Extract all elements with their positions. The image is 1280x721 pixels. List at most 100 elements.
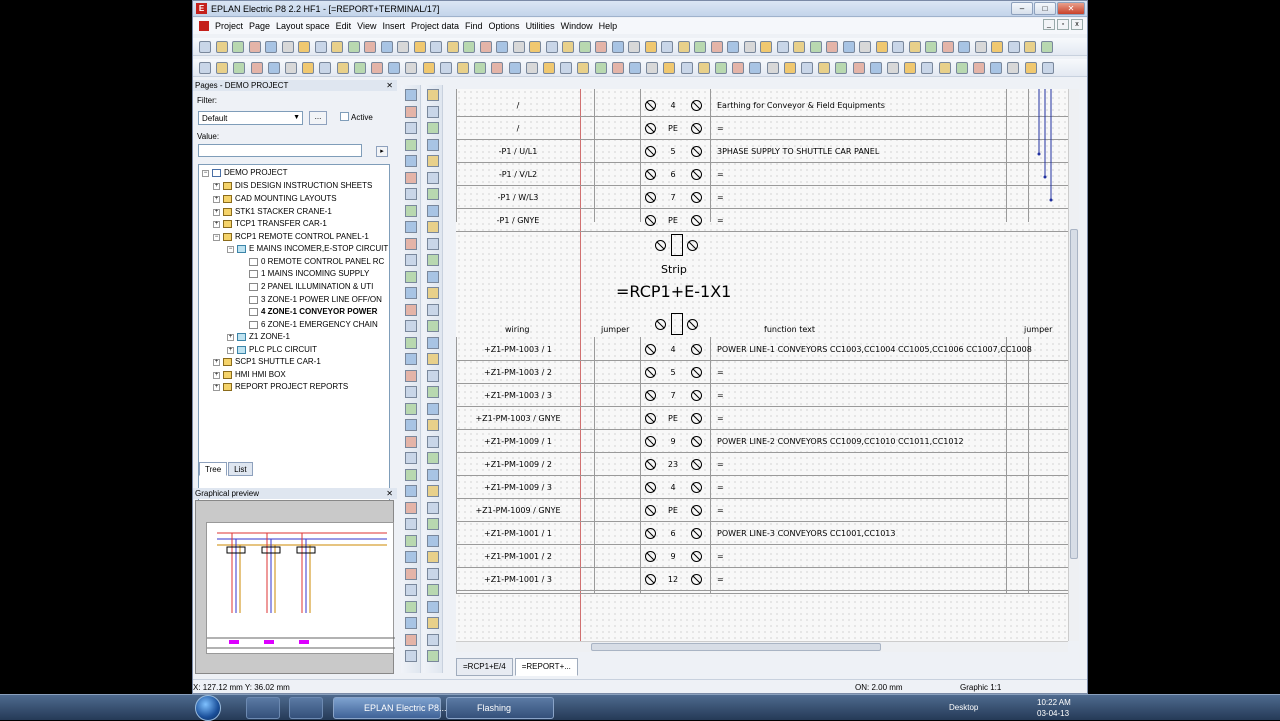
tool-icon[interactable] (869, 62, 882, 74)
tool-icon[interactable] (267, 62, 280, 74)
tool-icon[interactable] (405, 468, 417, 481)
tool-icon[interactable] (314, 41, 327, 53)
tool-icon[interactable] (405, 105, 417, 118)
tool-icon[interactable] (405, 600, 417, 613)
tool-icon[interactable] (427, 105, 439, 118)
tool-icon[interactable] (611, 41, 624, 53)
tool-icon[interactable] (427, 221, 439, 233)
menu-edit[interactable]: Edit (333, 21, 355, 31)
tool-icon[interactable] (732, 62, 745, 74)
tool-icon[interactable] (835, 62, 848, 74)
tool-icon[interactable] (809, 41, 822, 53)
tool-icon[interactable] (921, 62, 934, 74)
tool-icon[interactable] (496, 41, 508, 53)
tool-icon[interactable] (302, 62, 315, 74)
tool-icon[interactable] (405, 617, 417, 629)
menu-layout-space[interactable]: Layout space (273, 21, 333, 31)
tool-icon[interactable] (908, 41, 921, 53)
tool-icon[interactable] (298, 41, 310, 53)
tool-icon[interactable] (427, 320, 439, 332)
tool-icon[interactable] (1007, 62, 1020, 74)
tool-icon[interactable] (766, 62, 779, 74)
active-checkbox[interactable] (340, 112, 349, 121)
terminal-row[interactable]: +Z1-PM-1003 / 3 7 = (456, 384, 1068, 407)
tool-icon[interactable] (347, 41, 360, 53)
tool-icon[interactable] (715, 62, 727, 74)
tool-icon[interactable] (248, 41, 261, 53)
tool-icon[interactable] (560, 62, 573, 74)
terminal-row[interactable]: -P1 / V/L2 6 = (456, 163, 1068, 186)
tool-icon[interactable] (628, 41, 640, 53)
drawing-canvas[interactable]: / 4 Earthing for Conveyor & Field Equipmen… (456, 89, 1068, 641)
tree-node[interactable]: + Z1 ZONE-1 (227, 331, 290, 343)
mdi-close-button[interactable]: x (1071, 19, 1083, 30)
tool-icon[interactable] (427, 452, 439, 464)
tool-icon[interactable] (677, 41, 690, 53)
terminal-row[interactable]: +Z1-PM-1001 / 3 12 = (456, 568, 1068, 591)
tool-icon[interactable] (904, 62, 917, 74)
terminal-row[interactable]: +Z1-PM-1003 / 2 5 = (456, 361, 1068, 384)
tree-page[interactable]: 2 PANEL ILLUMINATION & UTI (249, 281, 373, 293)
tool-icon[interactable] (661, 41, 673, 53)
tool-icon[interactable] (644, 41, 657, 53)
tool-icon[interactable] (955, 62, 968, 74)
tool-icon[interactable] (371, 62, 383, 74)
tool-icon[interactable] (250, 62, 263, 74)
tool-icon[interactable] (405, 402, 417, 415)
tool-icon[interactable] (281, 41, 294, 53)
tool-icon[interactable] (405, 567, 417, 580)
filter-select[interactable]: Default ▼ (198, 111, 303, 125)
tool-icon[interactable] (578, 41, 591, 53)
terminal-row[interactable]: / PE = (456, 117, 1068, 140)
tool-icon[interactable] (427, 122, 439, 134)
firefox-icon[interactable] (289, 697, 323, 719)
tree-page-selected[interactable]: 4 ZONE-1 CONVEYOR POWER (249, 306, 377, 318)
tool-icon[interactable] (427, 287, 439, 299)
terminal-row[interactable]: +Z1-PM-1009 / 3 4 = (456, 476, 1068, 499)
tool-icon[interactable] (353, 62, 366, 74)
tool-icon[interactable] (405, 336, 417, 349)
tool-icon[interactable] (776, 41, 789, 53)
tool-icon[interactable] (405, 320, 417, 332)
tool-icon[interactable] (491, 62, 504, 74)
menu-insert[interactable]: Insert (379, 21, 408, 31)
tool-icon[interactable] (405, 270, 417, 283)
tool-icon[interactable] (427, 600, 439, 613)
tool-icon[interactable] (1024, 62, 1037, 74)
tool-icon[interactable] (405, 171, 417, 184)
tool-icon[interactable] (427, 435, 439, 448)
tool-icon[interactable] (427, 369, 439, 382)
tool-icon[interactable] (474, 62, 487, 74)
tree-node[interactable]: + DIS DESIGN INSTRUCTION SHEETS (213, 180, 372, 192)
filter-browse-button[interactable]: ... (309, 111, 327, 125)
tool-icon[interactable] (427, 534, 439, 547)
tool-icon[interactable] (925, 41, 937, 53)
tool-icon[interactable] (427, 402, 439, 415)
terminal-row[interactable]: -P1 / GNYE PE = (456, 209, 1068, 232)
tool-icon[interactable] (646, 62, 659, 74)
tool-icon[interactable] (336, 62, 349, 74)
menu-project[interactable]: Project (212, 21, 246, 31)
desktop-label[interactable]: Desktop (949, 703, 978, 712)
tool-icon[interactable] (663, 62, 676, 74)
tool-icon[interactable] (427, 254, 439, 266)
tree-node[interactable]: + STK1 STACKER CRANE-1 (213, 206, 332, 218)
tool-icon[interactable] (405, 551, 417, 563)
tool-icon[interactable] (427, 270, 439, 283)
tool-icon[interactable] (611, 62, 624, 74)
tool-icon[interactable] (694, 41, 706, 53)
tool-icon[interactable] (793, 41, 805, 53)
tool-icon[interactable] (818, 62, 831, 74)
tool-icon[interactable] (525, 62, 538, 74)
tool-icon[interactable] (859, 41, 871, 53)
tool-icon[interactable] (875, 41, 888, 53)
tree-node[interactable]: + CAD MOUNTING LAYOUTS (213, 193, 337, 205)
panel-close-icon[interactable]: ✕ (386, 488, 393, 499)
tool-icon[interactable] (427, 633, 439, 646)
tool-icon[interactable] (629, 62, 641, 74)
tree-node[interactable]: + TCP1 TRANSFER CAR-1 (213, 218, 327, 230)
terminal-row[interactable]: +Z1-PM-1009 / GNYE PE = (456, 499, 1068, 522)
tree-node[interactable]: − E MAINS INCOMER,E-STOP CIRCUIT (227, 243, 388, 255)
tool-icon[interactable] (958, 41, 970, 53)
tool-icon[interactable] (405, 303, 417, 316)
